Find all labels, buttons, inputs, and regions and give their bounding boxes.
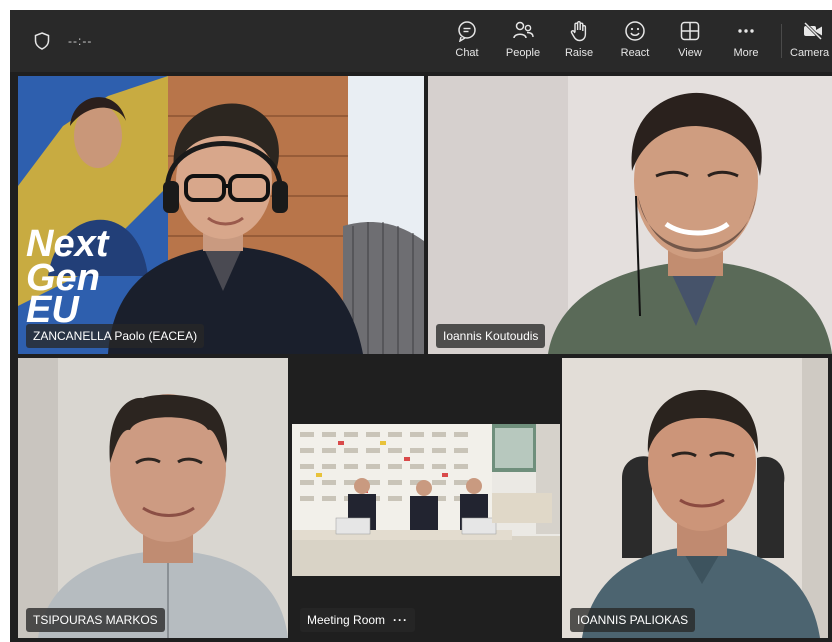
view-label: View bbox=[678, 47, 702, 59]
participant-tile-tsipouras[interactable]: TSIPOURAS MARKOS bbox=[18, 358, 288, 638]
participant-tile-zancanella[interactable]: Next Gen EU ZANCANELLA Paolo (EACEA) bbox=[18, 76, 424, 354]
participant-name-tag: Meeting Room ··· bbox=[300, 608, 416, 632]
more-options-icon[interactable]: ··· bbox=[393, 613, 408, 627]
participant-video bbox=[292, 358, 560, 638]
meeting-timer: --:-- bbox=[68, 34, 93, 48]
view-button[interactable]: View bbox=[664, 20, 716, 66]
camera-button[interactable]: Camera bbox=[790, 20, 832, 66]
participant-video: Next Gen EU bbox=[18, 76, 424, 354]
participant-video bbox=[428, 76, 832, 354]
participant-tile-koutoudis[interactable]: Ioannis Koutoudis bbox=[428, 76, 832, 354]
camera-label: Camera bbox=[790, 47, 830, 59]
hand-icon bbox=[570, 21, 587, 42]
participant-name-tag: IOANNIS PALIOKAS bbox=[570, 608, 696, 632]
meeting-toolbar: --:-- Chat People Raise React View More bbox=[10, 10, 832, 72]
participant-tile-meeting-room[interactable]: Meeting Room ··· bbox=[292, 358, 560, 638]
camera-off-icon bbox=[803, 21, 823, 41]
people-icon bbox=[513, 21, 534, 39]
more-dots-icon bbox=[738, 29, 754, 33]
raise-hand-button[interactable]: Raise bbox=[553, 20, 605, 66]
toolbar-divider bbox=[781, 24, 782, 58]
chat-label: Chat bbox=[455, 47, 479, 59]
participant-name-tag: Ioannis Koutoudis bbox=[436, 324, 546, 348]
raise-label: Raise bbox=[564, 47, 594, 59]
smiley-icon bbox=[625, 21, 645, 41]
participant-tile-paliokas[interactable]: IOANNIS PALIOKAS bbox=[562, 358, 828, 638]
react-button[interactable]: React bbox=[609, 20, 661, 66]
more-label: More bbox=[733, 47, 759, 59]
chat-button[interactable]: Chat bbox=[441, 20, 493, 66]
participant-name-tag: ZANCANELLA Paolo (EACEA) bbox=[26, 324, 205, 348]
participant-name: Meeting Room bbox=[307, 613, 386, 627]
more-button[interactable]: More bbox=[720, 20, 772, 66]
participant-video bbox=[18, 358, 288, 638]
teams-meeting-window: --:-- Chat People Raise React View More bbox=[10, 10, 832, 642]
participant-video bbox=[562, 358, 828, 638]
people-label: People bbox=[505, 47, 541, 59]
react-label: React bbox=[620, 47, 650, 59]
participant-name-tag: TSIPOURAS MARKOS bbox=[26, 608, 165, 632]
grid-view-icon bbox=[680, 21, 700, 41]
people-button[interactable]: People bbox=[497, 20, 549, 66]
chat-icon bbox=[458, 21, 476, 42]
shield-icon[interactable] bbox=[34, 32, 50, 50]
